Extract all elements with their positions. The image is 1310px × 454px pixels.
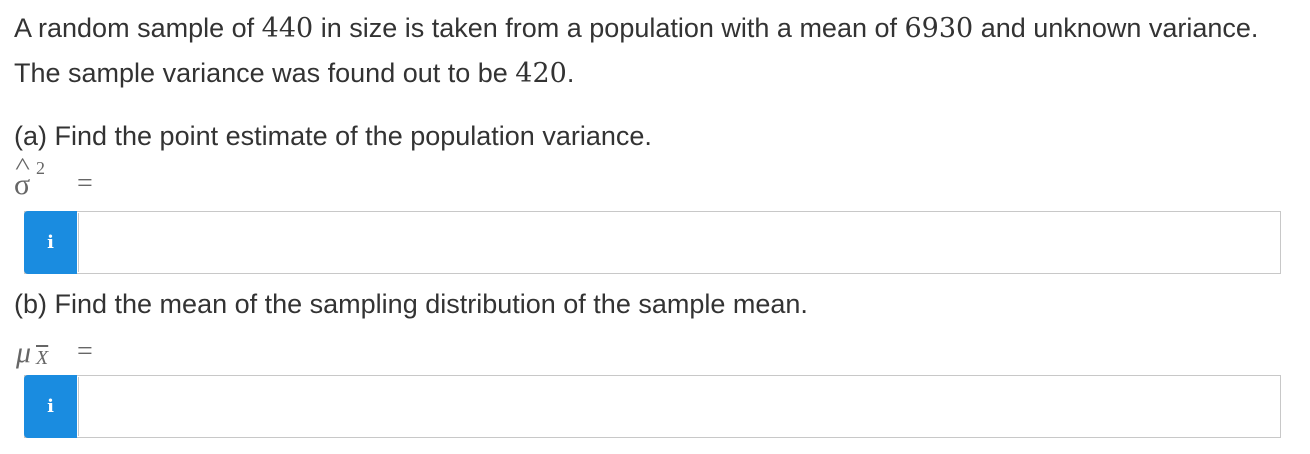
x-bar-subscript: X (36, 347, 49, 369)
answer-box-a: i (24, 211, 1281, 274)
problem-text-4: . (566, 58, 575, 88)
sample-size: 440 (261, 13, 314, 44)
answer-input-b[interactable] (78, 377, 1278, 436)
problem-text-2: in size is taken from a population with … (313, 13, 905, 43)
superscript-2: 2 (36, 158, 45, 178)
info-icon[interactable]: i (24, 211, 77, 274)
sample-variance: 420 (515, 58, 567, 89)
hat-accent: ^ (15, 154, 30, 180)
answer-input-a[interactable] (78, 213, 1278, 272)
equals-sign-a: = (77, 168, 93, 199)
problem-text-1: A random sample of (14, 13, 262, 43)
answer-box-b: i (24, 375, 1281, 438)
problem-statement: A random sample of 440 in size is taken … (14, 6, 1304, 96)
part-a-label: (a) Find the point estimate of the popul… (14, 121, 652, 151)
info-icon[interactable]: i (24, 375, 77, 438)
equals-sign-b: = (77, 336, 93, 367)
part-a-math: σ ^ 2 = (14, 154, 134, 201)
part-b-math: μ X = (14, 330, 134, 370)
population-mean: 6930 (904, 13, 974, 44)
mu-symbol: μ (16, 336, 32, 369)
part-b-label: (b) Find the mean of the sampling distri… (14, 289, 808, 319)
